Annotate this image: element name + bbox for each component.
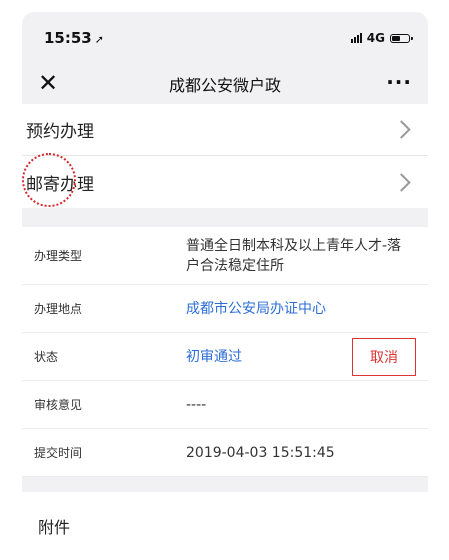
info-value: 2019-04-03 15:51:45 (186, 444, 335, 461)
info-row-location: 办理地点 成都市公安局办证中心 (22, 285, 428, 333)
chevron-right-icon (392, 172, 411, 192)
status-time-text: 15:53 (44, 29, 92, 47)
system-indicators: 4G (350, 31, 413, 45)
signal-icon (350, 33, 362, 43)
status-bar: 15:53 ➚ 4G (22, 12, 428, 64)
status-time: 15:53 ➚ (44, 29, 104, 47)
nav-bar: ✕ 成都公安微户政 ··· (22, 64, 428, 104)
battery-icon (390, 33, 413, 43)
menu-item-appointment[interactable]: 预约办理 (22, 104, 428, 156)
menu-item-label: 预约办理 (26, 122, 94, 142)
phone-screen: 15:53 ➚ 4G ✕ 成都公安微户政 ··· 预约办理 邮寄办理 办理类型 普… (22, 12, 428, 560)
info-label: 办理地点 (34, 302, 83, 316)
menu-list: 预约办理 邮寄办理 (22, 104, 428, 208)
application-info: 办理类型 普通全日制本科及以上青年人才-落户合法稳定住所 办理地点 成都市公安局… (22, 227, 428, 477)
close-icon[interactable]: ✕ (38, 68, 58, 98)
info-label: 审核意见 (34, 398, 83, 412)
location-arrow-icon: ➚ (94, 33, 104, 46)
info-row-status: 状态 初审通过 取消 (22, 333, 428, 381)
info-value: 普通全日制本科及以上青年人才-落户合法稳定住所 (186, 237, 402, 274)
menu-item-mail[interactable]: 邮寄办理 (22, 153, 428, 208)
cancel-button[interactable]: 取消 (352, 338, 416, 376)
chevron-right-icon (392, 120, 411, 139)
info-row-submit-time: 提交时间 2019-04-03 15:51:45 (22, 429, 428, 477)
attachments-label: 附件 (38, 518, 71, 537)
info-row-type: 办理类型 普通全日制本科及以上青年人才-落户合法稳定住所 (22, 227, 428, 285)
info-label: 状态 (34, 350, 59, 364)
location-link[interactable]: 成都市公安局办证中心 (186, 299, 414, 319)
info-row-review: 审核意见 ---- (22, 381, 428, 429)
info-label: 提交时间 (34, 446, 83, 460)
info-label: 办理类型 (34, 249, 83, 263)
network-type: 4G (366, 31, 385, 45)
attachments-section: 附件 (22, 492, 428, 560)
info-value: ---- (186, 396, 207, 413)
page-title: 成都公安微户政 (168, 76, 281, 95)
more-icon[interactable]: ··· (386, 64, 412, 100)
menu-item-label: 邮寄办理 (26, 174, 94, 195)
